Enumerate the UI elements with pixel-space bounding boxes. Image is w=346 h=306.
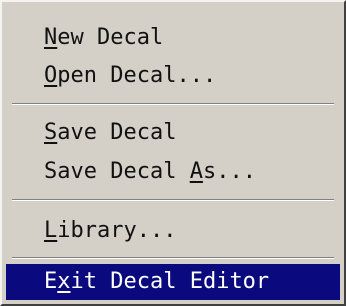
menu-item-text-post: ew Decal — [57, 25, 164, 50]
menu-item-mnemonic: L — [44, 218, 58, 243]
menu-item-text-post: ibrary... — [57, 218, 177, 243]
menu-item-mnemonic: x — [57, 269, 71, 294]
menu-separator — [12, 103, 334, 105]
decal-context-menu: New Decal Open Decal... Save Decal Save … — [0, 0, 346, 306]
menu-item-library[interactable]: Library... — [6, 213, 340, 249]
menu-item-exit-decal-editor[interactable]: Exit Decal Editor — [6, 264, 340, 300]
menu-item-text-post: s... — [202, 159, 256, 184]
menu-separator — [12, 257, 334, 259]
menu-item-mnemonic: O — [44, 63, 58, 88]
menu-item-mnemonic: A — [189, 159, 203, 184]
menu-item-mnemonic: N — [44, 25, 58, 50]
menu-item-text-pre: E — [44, 269, 58, 294]
menu-item-save-decal[interactable]: Save Decal — [6, 115, 340, 151]
menu-item-save-decal-as[interactable]: Save Decal As... — [6, 154, 340, 190]
menu-item-text-post: pen Decal... — [57, 63, 217, 88]
menu-item-text-post: ave Decal — [57, 120, 177, 145]
menu-item-text-post: it Decal Editor — [70, 269, 270, 294]
menu-item-open-decal[interactable]: Open Decal... — [6, 58, 340, 94]
menu-item-text-pre: Save Decal — [44, 159, 190, 184]
menu-item-new-decal[interactable]: New Decal — [6, 20, 340, 56]
menu-item-mnemonic: S — [44, 120, 58, 145]
menu-separator — [12, 199, 334, 201]
